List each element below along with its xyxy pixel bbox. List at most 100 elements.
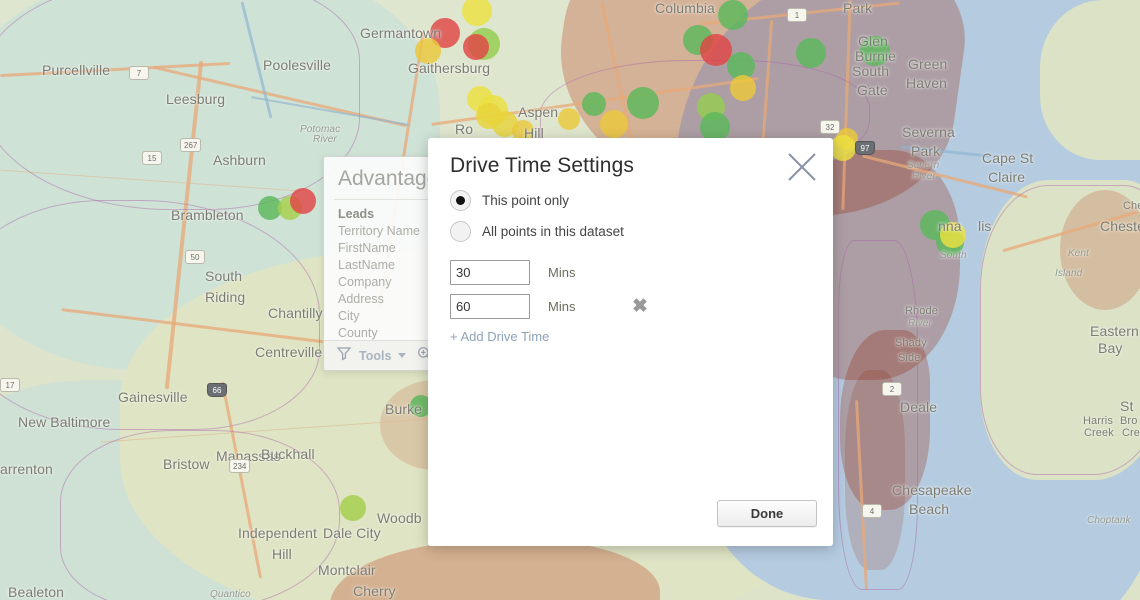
map-place-label: Woodb: [377, 510, 422, 526]
map-place-label: Beach: [909, 501, 950, 517]
map-place-label: Bristow: [163, 456, 210, 472]
highway-shield: 2: [882, 382, 902, 396]
add-drive-time-link[interactable]: + Add Drive Time: [450, 329, 549, 344]
map-place-label: Bro: [1120, 415, 1138, 427]
map-place-label: Kent: [1068, 248, 1089, 259]
map-place-label: Independent: [238, 525, 317, 541]
map-place-label: nna: [938, 218, 962, 234]
highway-shield: 4: [862, 504, 882, 518]
map-data-point[interactable]: [600, 110, 628, 138]
map-data-point[interactable]: [796, 38, 826, 68]
map-place-label: Purcellville: [42, 62, 111, 78]
radio-all-points-in-dataset[interactable]: All points in this dataset: [450, 221, 624, 242]
map-place-label: Creek: [1084, 427, 1114, 439]
highway-shield: 97: [855, 141, 875, 155]
map-place-label: Burke: [385, 401, 423, 417]
map-place-label: Cape St: [982, 150, 1034, 166]
radio-label: All points in this dataset: [482, 224, 624, 239]
map-place-label: Chester: [1100, 218, 1140, 234]
map-place-label: Rhode: [905, 305, 938, 317]
drive-time-input-1[interactable]: [450, 260, 530, 285]
highway-shield: 32: [820, 120, 840, 134]
funnel-icon[interactable]: [336, 345, 352, 366]
map-eastern-shore-north: [1040, 0, 1140, 160]
map-place-label: Deale: [900, 399, 938, 415]
map-place-label: Green: [908, 56, 948, 72]
map-place-label: Dale City: [323, 525, 381, 541]
drive-time-input-2[interactable]: [450, 294, 530, 319]
map-boundary: [838, 240, 918, 590]
drive-time-row: Mins: [450, 260, 590, 285]
map-place-label: Gate: [857, 82, 888, 98]
highway-shield: 66: [207, 383, 227, 397]
map-data-point[interactable]: [558, 108, 580, 130]
map-place-label: River: [908, 318, 932, 329]
dialog-title: Drive Time Settings: [450, 154, 634, 177]
map-place-label: South: [940, 250, 967, 261]
map-place-label: Island: [1055, 268, 1083, 279]
map-place-label: Bealeton: [8, 584, 65, 600]
map-place-label: Choptank: [1087, 515, 1131, 526]
map-place-label: Glen: [858, 33, 888, 49]
map-place-label: Park: [911, 143, 941, 159]
map-place-label: Buckhall: [261, 446, 315, 462]
done-button[interactable]: Done: [717, 500, 817, 527]
tools-label[interactable]: Tools: [359, 349, 391, 363]
map-place-label: Bay: [1098, 340, 1123, 356]
highway-shield: 17: [0, 378, 20, 392]
map-data-point[interactable]: [463, 34, 489, 60]
drive-time-row: Mins ✖: [450, 294, 648, 319]
map-data-point[interactable]: [627, 87, 659, 119]
map-place-label: Chesapeake: [892, 482, 972, 498]
map-place-label: Severna: [902, 124, 955, 140]
map-place-label: Poolesville: [263, 57, 332, 73]
map-place-label: Cherry: [353, 583, 396, 599]
radio-button-selected[interactable]: [450, 190, 471, 211]
mins-label: Mins: [548, 299, 576, 314]
map-data-point[interactable]: [290, 188, 316, 214]
mins-label: Mins: [548, 265, 576, 280]
map-place-label: Side: [898, 352, 921, 364]
map-data-point[interactable]: [718, 0, 748, 30]
map-place-label: Leesburg: [166, 91, 226, 107]
highway-shield: 234: [229, 459, 251, 473]
remove-drive-time-icon[interactable]: ✖: [632, 297, 648, 316]
map-place-label: Eastern: [1090, 323, 1139, 339]
map-place-label: Hill: [272, 546, 292, 562]
map-application: Purcellville Leesburg Poolesville Germantow…: [0, 0, 1140, 600]
map-place-label: Gainesville: [118, 389, 188, 405]
map-place-label: Severn: [907, 160, 940, 171]
map-place-label: Centreville: [255, 344, 323, 360]
map-place-label: Harris: [1083, 415, 1113, 427]
close-icon[interactable]: [785, 150, 819, 184]
map-data-point[interactable]: [830, 135, 856, 161]
map-data-point[interactable]: [462, 0, 492, 26]
map-place-label: St: [1120, 398, 1134, 414]
map-place-label: Shady: [895, 337, 927, 349]
map-place-label: Germantown: [360, 25, 442, 41]
map-place-label: Columbia: [655, 0, 715, 16]
map-place-label: Haven: [906, 75, 947, 91]
highway-shield: 15: [142, 151, 162, 165]
map-data-point[interactable]: [730, 75, 756, 101]
map-place-label: South: [852, 63, 890, 79]
chevron-down-icon[interactable]: [398, 353, 407, 358]
radio-this-point-only[interactable]: This point only: [450, 190, 569, 211]
map-place-label: Aspen: [518, 104, 559, 120]
map-place-label: Ro: [455, 121, 474, 137]
radio-button-unselected[interactable]: [450, 221, 471, 242]
map-place-label: Riding: [205, 289, 246, 305]
map-place-label: Ashburn: [213, 152, 266, 168]
map-place-label: Chantilly: [268, 305, 323, 321]
map-place-label: Burnie: [855, 48, 897, 64]
highway-shield: 267: [180, 138, 202, 152]
map-data-point[interactable]: [582, 92, 606, 116]
map-place-label: Quantico: [210, 589, 251, 600]
radio-label: This point only: [482, 193, 570, 208]
map-place-label: Park: [843, 0, 873, 16]
map-place-label: South: [205, 268, 243, 284]
map-place-label: River: [912, 171, 936, 182]
map-place-label: arrenton: [0, 461, 53, 477]
map-data-point[interactable]: [340, 495, 366, 521]
highway-shield: 50: [185, 250, 205, 264]
